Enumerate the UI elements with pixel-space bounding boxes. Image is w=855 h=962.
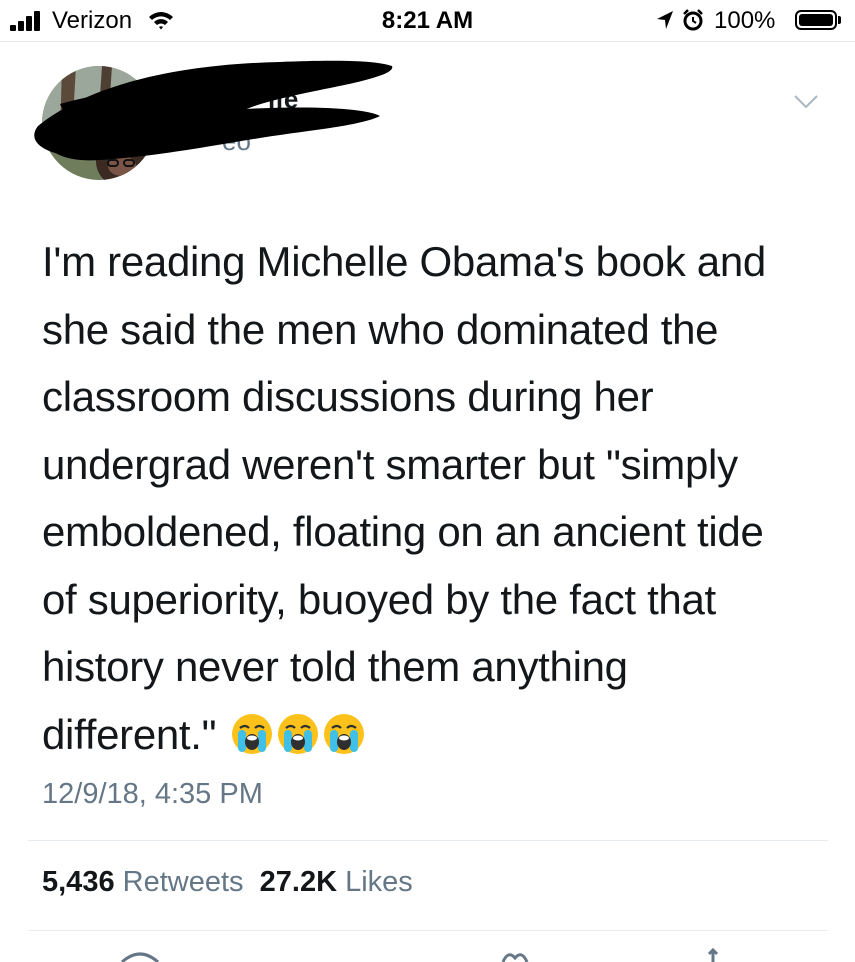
- location-arrow-icon: [657, 11, 673, 29]
- stats-divider-top: [28, 840, 828, 841]
- likes-count: 27.2K: [259, 866, 338, 898]
- tweet-text-body: I'm reading Michelle Obama's book and sh…: [42, 238, 766, 758]
- status-divider: [0, 41, 855, 42]
- redaction-scribble: [34, 60, 393, 161]
- engagement-stats: 5,436 Retweets 27.2K Likes: [42, 866, 413, 899]
- retweets-stat[interactable]: 5,436 Retweets: [42, 866, 244, 898]
- battery-nub: [838, 16, 841, 24]
- alarm-icon: [683, 9, 703, 31]
- status-bar: Verizon 8:21 AM 100%: [0, 0, 855, 40]
- tweet-text: I'm reading Michelle Obama's book and sh…: [42, 228, 832, 768]
- chevron-down-icon[interactable]: [793, 94, 819, 110]
- retweets-count: 5,436: [42, 866, 115, 898]
- tweet-timestamp: 12/9/18, 4:35 PM: [42, 778, 263, 810]
- loudly-crying-face-icon: [324, 713, 365, 754]
- loudly-crying-face-icon: [278, 713, 319, 754]
- likes-label: Likes: [345, 866, 413, 898]
- stats-divider-bottom: [28, 930, 828, 931]
- retweets-label: Retweets: [122, 866, 244, 898]
- loudly-crying-face-icon: [232, 713, 273, 754]
- battery-percent: 100%: [714, 7, 776, 34]
- battery-icon: [795, 10, 837, 30]
- emoji-row: [230, 707, 368, 754]
- likes-stat[interactable]: 27.2K Likes: [260, 866, 413, 898]
